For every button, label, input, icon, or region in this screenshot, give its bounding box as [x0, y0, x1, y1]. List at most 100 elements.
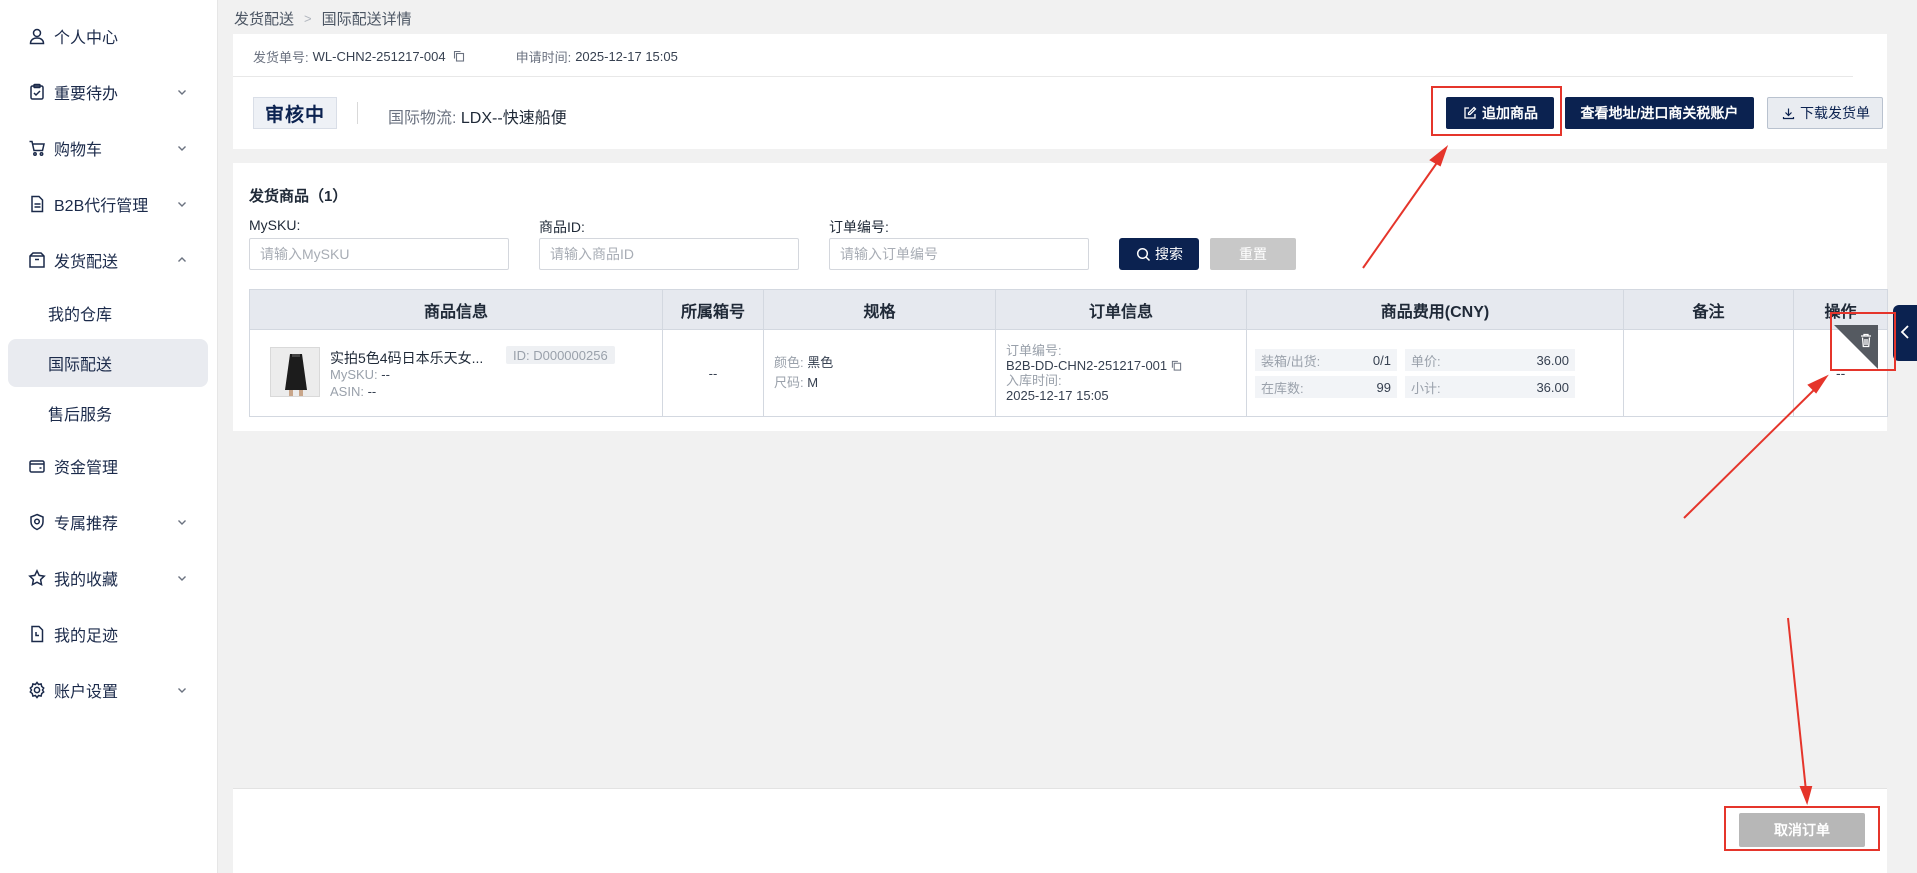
status-badge: 审核中	[253, 97, 337, 129]
wallet-icon	[28, 457, 46, 475]
operation-value: --	[1836, 365, 1846, 381]
sidebar-item-personal-center[interactable]: 个人中心	[0, 16, 218, 56]
fee-stock: 在库数: 99	[1255, 376, 1397, 398]
chevron-up-icon	[176, 254, 188, 266]
download-icon	[1780, 105, 1796, 121]
product-thumbnail[interactable]	[270, 347, 320, 397]
mysku-input[interactable]	[249, 238, 509, 270]
sidebar-subitem-label: 售后服务	[48, 407, 113, 424]
sidebar-item-account-settings[interactable]: 账户设置	[0, 670, 218, 710]
chevron-left-icon	[1899, 324, 1911, 343]
chevron-down-icon	[176, 572, 188, 584]
products-panel: 发货商品（1） MySKU: 商品ID: 订单编号: 搜索 重置 商品信息 所属…	[233, 163, 1888, 431]
sidebar-item-funds[interactable]: 资金管理	[0, 446, 218, 486]
copy-icon[interactable]	[1171, 360, 1182, 371]
goods-id-input[interactable]	[539, 238, 799, 270]
sidebar-item-footprints[interactable]: 我的足迹	[0, 614, 218, 654]
delete-item-button[interactable]	[1834, 325, 1878, 369]
table-header-row: 商品信息 所属箱号 规格 订单信息 商品费用(CNY) 备注 操作	[249, 289, 1888, 330]
document-icon	[28, 195, 46, 213]
product-mysku: MySKU: --	[330, 367, 390, 382]
mysku-label: MySKU:	[249, 217, 301, 233]
cancel-order-button[interactable]: 取消订单	[1739, 813, 1865, 847]
order-no-input[interactable]	[829, 238, 1089, 270]
star-icon	[28, 569, 46, 587]
cart-icon	[28, 139, 46, 157]
unit-price-value: 36.00	[1536, 352, 1569, 368]
breadcrumb-parent[interactable]: 发货配送	[234, 8, 294, 29]
logistics-info: 国际物流: LDX--快速船便	[388, 104, 567, 128]
order-no-value: B2B-DD-CHN2-251217-001	[1006, 358, 1168, 373]
chevron-down-icon	[176, 684, 188, 696]
table-row: 实拍5色4码日本乐天女... ID: D000000256 MySKU: -- …	[249, 329, 1888, 417]
reset-label: 重置	[1239, 246, 1267, 262]
stock-value: 99	[1376, 379, 1391, 395]
sidebar-subitem-label: 我的仓库	[48, 307, 113, 324]
product-name[interactable]: 实拍5色4码日本乐天女...	[330, 348, 490, 368]
sidebar-item-todo[interactable]: 重要待办	[0, 72, 218, 112]
divider	[233, 76, 1853, 77]
column-header: 商品信息	[249, 289, 663, 330]
order-no-row: B2B-DD-CHN2-251217-001	[1006, 358, 1246, 373]
size-value: M	[807, 375, 819, 390]
breadcrumb-current: 国际配送详情	[321, 10, 412, 28]
column-header: 备注	[1623, 289, 1794, 330]
asin-label: ASIN:	[330, 384, 364, 399]
product-asin: ASIN: --	[330, 384, 376, 399]
box-icon	[28, 251, 46, 269]
logistics-label: 国际物流:	[388, 110, 457, 127]
shipment-header: 发货单号: WL-CHN2-251217-004 申请时间: 2025-12-1…	[233, 34, 1887, 149]
add-goods-label: 追加商品	[1482, 105, 1538, 121]
add-goods-button[interactable]: 追加商品	[1446, 97, 1554, 129]
clipboard-check-icon	[28, 83, 46, 101]
sidebar-item-favorites[interactable]: 我的收藏	[0, 558, 218, 598]
column-header: 操作	[1793, 289, 1888, 330]
view-address-button[interactable]: 查看地址/进口商关税账户	[1565, 97, 1754, 129]
search-label: 搜索	[1155, 246, 1183, 262]
asin-value: --	[367, 384, 377, 399]
pack-value: 0/1	[1372, 352, 1391, 368]
shipment-meta: 发货单号: WL-CHN2-251217-004 申请时间: 2025-12-1…	[253, 46, 678, 66]
gear-icon	[28, 681, 46, 699]
sidebar-item-b2b-management[interactable]: B2B代行管理	[0, 184, 218, 224]
sidebar-item-label: 专属推荐	[54, 516, 119, 533]
mysku-label: MySKU:	[330, 367, 378, 382]
chevron-down-icon	[176, 86, 188, 98]
sidebar-item-cart[interactable]: 购物车	[0, 128, 218, 168]
sidebar-subitem-my-warehouse[interactable]: 我的仓库	[8, 289, 208, 337]
goods-id-label: 商品ID:	[539, 219, 585, 235]
color-label: 颜色:	[774, 355, 804, 370]
divider	[357, 102, 358, 124]
subtotal-value: 36.00	[1536, 379, 1569, 395]
chevron-down-icon	[176, 142, 188, 154]
fee-pack: 装箱/出货: 0/1	[1255, 349, 1397, 371]
copy-icon[interactable]	[452, 49, 466, 63]
box-no-cell: --	[662, 329, 764, 417]
sidebar-subitem-international-shipping[interactable]: 国际配送	[8, 339, 208, 387]
footer-bar: 取消订单	[233, 788, 1887, 873]
apply-time-label: 申请时间:	[515, 49, 572, 65]
column-header: 规格	[763, 289, 996, 330]
cancel-order-label: 取消订单	[1774, 822, 1830, 838]
download-label: 下载发货单	[1800, 105, 1870, 121]
collapse-panel-button[interactable]	[1893, 305, 1917, 361]
breadcrumb-separator-icon: >	[304, 10, 312, 26]
download-shipping-order-button[interactable]: 下载发货单	[1767, 97, 1883, 129]
color-value: 黑色	[807, 355, 834, 370]
sidebar-item-label: 我的收藏	[54, 572, 119, 589]
instock-label: 入库时间:	[1006, 373, 1062, 388]
sidebar: 个人中心 重要待办 购物车 B2B代行管理 发货配送 我的仓库 国际配送 售后服…	[0, 0, 218, 873]
view-address-label: 查看地址/进口商关税账户	[1580, 105, 1739, 121]
logistics-value: LDX--快速船便	[460, 110, 567, 127]
column-header: 所属箱号	[662, 289, 764, 330]
reset-button[interactable]: 重置	[1210, 238, 1296, 270]
ship-no-label: 发货单号:	[253, 49, 309, 65]
products-table: 商品信息 所属箱号 规格 订单信息 商品费用(CNY) 备注 操作 实拍5色4码…	[249, 289, 1888, 417]
section-title: 发货商品（1）	[249, 188, 348, 205]
column-header: 商品费用(CNY)	[1246, 289, 1624, 330]
sidebar-item-recommendations[interactable]: 专属推荐	[0, 502, 218, 542]
search-button[interactable]: 搜索	[1119, 238, 1199, 270]
sidebar-subitem-label: 国际配送	[48, 357, 113, 374]
sidebar-subitem-after-sales[interactable]: 售后服务	[8, 389, 208, 437]
sidebar-item-shipping[interactable]: 发货配送	[0, 240, 218, 280]
